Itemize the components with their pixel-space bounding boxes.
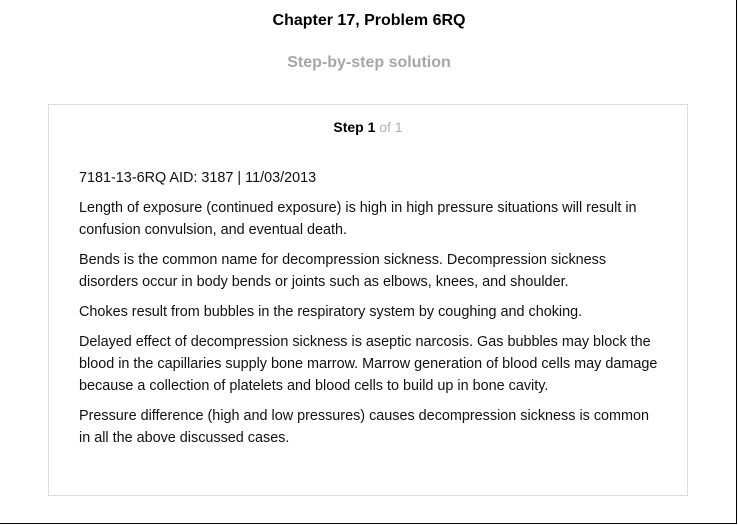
- step-body: 7181-13-6RQ AID: 3187 | 11/03/2013 Lengt…: [79, 167, 659, 457]
- step-paragraph-delayed-effect: Delayed effect of decompression sickness…: [79, 334, 658, 394]
- step-paragraph-exposure: Length of exposure (continued exposure) …: [79, 200, 637, 238]
- step-card: Step 1 of 1 7181-13-6RQ AID: 3187 | 11/0…: [48, 104, 688, 496]
- step-paragraph-bends: Bends is the common name for decompressi…: [79, 252, 607, 290]
- step-header: Step 1 of 1: [49, 119, 687, 135]
- step-of-total: of 1: [379, 119, 403, 135]
- solution-subtitle: Step-by-step solution: [287, 54, 451, 71]
- chapter-title: Chapter 17, Problem 6RQ: [272, 12, 466, 29]
- step-number: 1: [367, 119, 376, 135]
- step-paragraph-pressure: Pressure difference (high and low pressu…: [79, 408, 650, 446]
- step-paragraph-chokes: Chokes result from bubbles in the respir…: [79, 304, 583, 320]
- step-paragraph-aid: 7181-13-6RQ AID: 3187 | 11/03/2013: [79, 170, 317, 186]
- step-label: Step: [333, 119, 364, 135]
